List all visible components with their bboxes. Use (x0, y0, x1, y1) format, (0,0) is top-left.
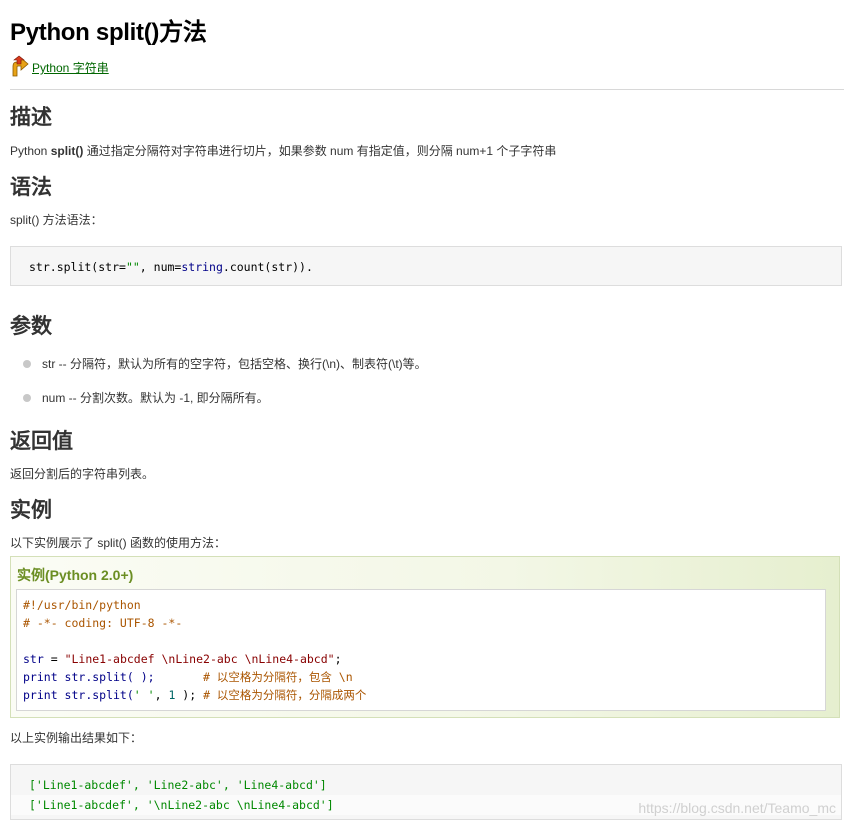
output-line: ['Line1-abcdef', 'Line2-abc', 'Line4-abc… (29, 778, 327, 792)
list-item: str -- 分隔符，默认为所有的空字符，包括空格、换行(\n)、制表符(\t)… (10, 354, 427, 388)
params-list: str -- 分隔符，默认为所有的空字符，包括空格、换行(\n)、制表符(\t)… (10, 354, 427, 422)
up-arrow-icon[interactable] (10, 54, 30, 78)
section-heading-description: 描述 (10, 106, 52, 129)
code-line: str = "Line1-abcdef \nLine2-abc \nLine4-… (23, 652, 342, 666)
page-title: Python split()方法 (10, 19, 207, 46)
description-text: Python split() 通过指定分隔符对字符串进行切片，如果参数 num … (10, 142, 556, 159)
return-text: 返回分割后的字符串列表。 (10, 467, 155, 481)
code-line: print str.split(' ', 1 ); # 以空格为分隔符，分隔成两… (23, 688, 367, 702)
divider (10, 89, 844, 90)
example-box: 实例(Python 2.0+) #!/usr/bin/python # -*- … (10, 556, 840, 718)
section-heading-example: 实例 (10, 499, 52, 522)
back-link-row: Python 字符串 (10, 52, 109, 78)
code-line: #!/usr/bin/python (23, 598, 141, 612)
example-code-block[interactable]: #!/usr/bin/python # -*- coding: UTF-8 -*… (16, 589, 826, 711)
code-line: print str.split( ); # 以空格为分隔符，包含 \n (23, 670, 353, 684)
output-intro: 以上实例输出结果如下： (10, 731, 143, 745)
syntax-code-block: str.split(str="", num=string.count(str))… (10, 246, 842, 286)
section-heading-return: 返回值 (10, 430, 73, 453)
syntax-code-line: str.split(str="", num=string.count(str))… (29, 260, 313, 274)
code-line: # -*- coding: UTF-8 -*- (23, 616, 183, 630)
bullet-icon (23, 360, 31, 368)
list-item: num -- 分割次数。默认为 -1, 即分隔所有。 (10, 388, 427, 422)
watermark: https://blog.csdn.net/Teamo_mc (638, 800, 836, 816)
description-prefix: Python (10, 144, 51, 158)
description-suffix: 通过指定分隔符对字符串进行切片，如果参数 num 有指定值，则分隔 num+1 … (83, 144, 557, 158)
section-heading-params: 参数 (10, 315, 52, 338)
syntax-intro: split() 方法语法： (10, 213, 103, 227)
description-method: split() (50, 144, 84, 158)
back-link-python-string[interactable]: Python 字符串 (32, 59, 109, 76)
example-box-title: 实例(Python 2.0+) (17, 567, 134, 583)
bullet-icon (23, 394, 31, 402)
section-heading-syntax: 语法 (10, 176, 52, 199)
example-intro: 以下实例展示了 split() 函数的使用方法： (10, 536, 227, 550)
